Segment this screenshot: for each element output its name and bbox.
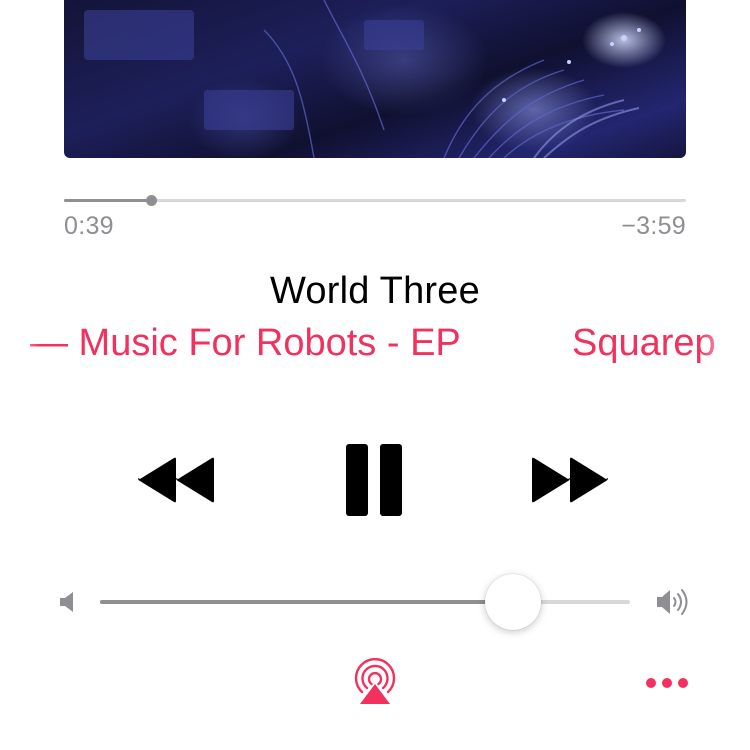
more-icon <box>646 678 688 688</box>
speaker-low-icon <box>58 590 78 614</box>
remaining-time: −3:59 <box>621 212 686 240</box>
fast-forward-button[interactable] <box>532 456 612 504</box>
album-artwork <box>64 0 686 158</box>
speaker-high-icon <box>655 587 691 617</box>
song-title: World Three <box>270 270 480 312</box>
artist-subtitle: Squarep <box>572 322 716 364</box>
more-options-button[interactable] <box>644 673 690 693</box>
fast-forward-icon <box>532 457 608 503</box>
volume-fill <box>100 600 514 604</box>
rewind-button[interactable] <box>138 456 218 504</box>
volume-slider[interactable] <box>100 574 630 630</box>
elapsed-time: 0:39 <box>64 212 114 240</box>
album-artwork-image <box>84 0 641 158</box>
album-subtitle: — Music For Robots - EP <box>30 322 461 364</box>
airplay-button[interactable] <box>350 658 400 706</box>
rewind-icon <box>138 457 214 503</box>
progress-scrubber-handle[interactable] <box>146 195 158 206</box>
pause-icon <box>346 444 402 516</box>
playback-progress-bar[interactable] <box>64 195 686 206</box>
volume-slider-thumb[interactable] <box>485 574 542 630</box>
pause-button[interactable] <box>346 444 404 516</box>
artist-album-marquee[interactable]: — Music For Robots - EP Squarep <box>0 322 750 372</box>
progress-fill <box>64 199 152 202</box>
airplay-icon <box>354 658 396 704</box>
